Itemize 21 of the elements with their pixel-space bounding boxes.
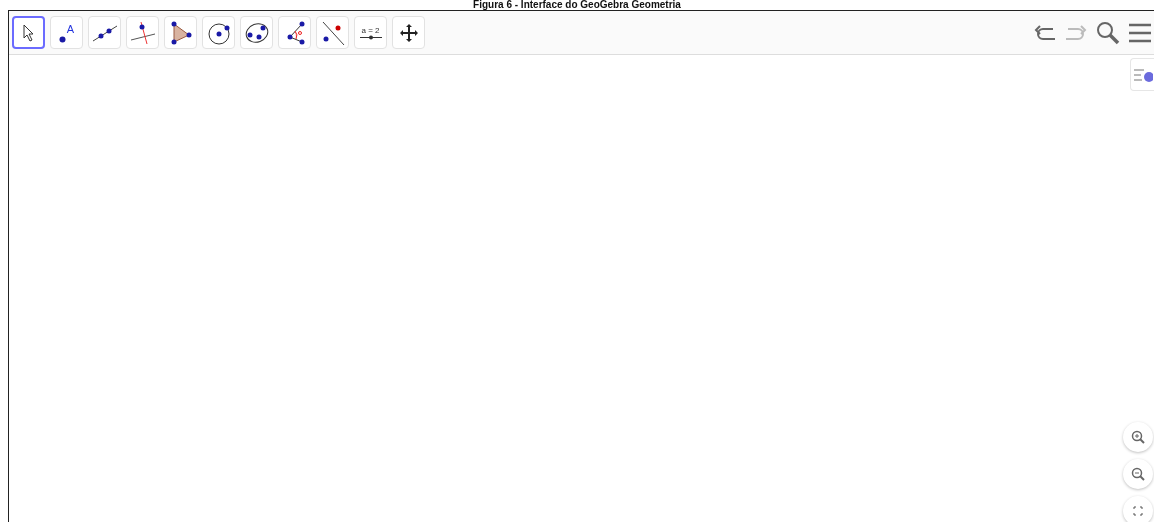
search-icon	[1096, 20, 1120, 45]
zoom-in-button[interactable]	[1123, 422, 1153, 452]
circle-icon	[206, 20, 231, 45]
perpendicular-lines-icon	[129, 20, 156, 45]
fullscreen-icon	[1133, 506, 1143, 516]
tool-button[interactable]: a = 2	[354, 16, 387, 49]
style-bar-toggle[interactable]	[1130, 58, 1154, 91]
slider-tool-label: a = 2	[359, 25, 382, 40]
arrow-cursor-icon	[21, 23, 36, 42]
zoom-out-button[interactable]	[1123, 459, 1153, 489]
figure-caption: Figura 6 - Interface do GeoGebra Geometria	[472, 0, 682, 10]
triangle-icon	[169, 20, 192, 45]
ellipse-icon	[243, 21, 270, 44]
zoom-in-icon	[1131, 430, 1145, 444]
zoom-out-icon	[1131, 467, 1145, 481]
tool-button[interactable]: A	[50, 16, 83, 49]
undo-icon	[1032, 22, 1056, 43]
move-arrows-icon	[398, 22, 419, 43]
style-bar-icon	[1132, 66, 1153, 83]
redo-icon	[1064, 22, 1088, 43]
menu-icon	[1128, 21, 1152, 44]
